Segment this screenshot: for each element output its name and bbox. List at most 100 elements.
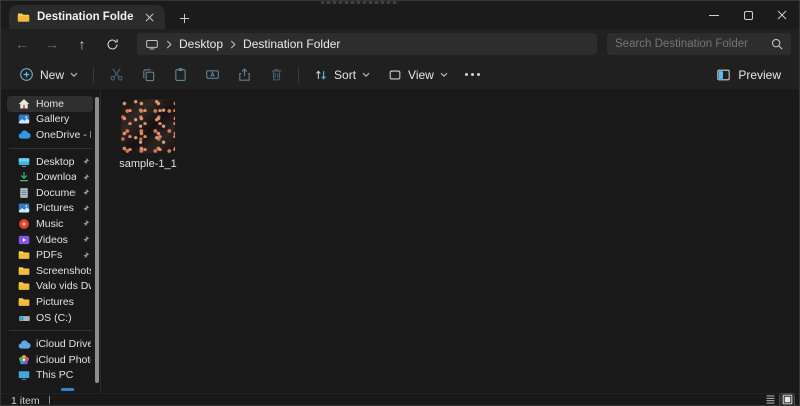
sidebar-item-pdfs[interactable]: PDFs	[7, 247, 93, 263]
command-bar: New Sort View	[1, 59, 799, 91]
forward-button[interactable]: →	[39, 32, 65, 56]
refresh-button[interactable]	[99, 32, 125, 56]
pin-icon	[81, 251, 91, 260]
search-box[interactable]	[607, 33, 791, 55]
monitor-icon	[145, 38, 159, 51]
sidebar-item-label: PDFs	[36, 249, 76, 261]
preview-button[interactable]: Preview	[708, 63, 789, 87]
thumbnail-view-button[interactable]	[780, 394, 794, 406]
folder-icon	[17, 11, 30, 24]
close-window-button[interactable]	[765, 1, 799, 29]
this-pc-icon	[18, 369, 31, 381]
breadcrumb-desktop[interactable]: Desktop	[179, 37, 223, 51]
sidebar-item-gallery[interactable]: Gallery	[7, 112, 93, 128]
minimize-icon	[709, 15, 719, 16]
sidebar-item-label: Videos	[36, 234, 76, 246]
sidebar-item-screenshots[interactable]: Screenshots	[7, 263, 93, 279]
pin-icon	[81, 235, 91, 244]
file-explorer-window: Destination Folder ← → ↑	[0, 0, 800, 406]
cut-button[interactable]	[101, 63, 131, 87]
sidebar-item-desktop[interactable]: Desktop	[7, 154, 93, 170]
sidebar-divider	[9, 148, 92, 149]
back-icon: ←	[15, 36, 29, 52]
item-count: 1 item	[11, 395, 40, 406]
sidebar-item-documents[interactable]: Documents	[7, 185, 93, 201]
back-button[interactable]: ←	[9, 32, 35, 56]
sort-icon	[314, 68, 328, 82]
preview-button-label: Preview	[738, 68, 781, 82]
close-tab-button[interactable]	[141, 9, 157, 25]
icloud-photos-icon	[18, 354, 31, 366]
file-item[interactable]: sample-1_1	[115, 99, 181, 170]
minimize-button[interactable]	[697, 1, 731, 29]
list-view-icon	[765, 394, 776, 405]
folder-icon	[18, 280, 31, 292]
maximize-icon	[744, 11, 753, 20]
folder-icon	[18, 249, 31, 261]
share-button[interactable]	[229, 63, 259, 87]
sidebar-item-os-c[interactable]: OS (C:)	[7, 310, 93, 326]
new-plus-icon	[19, 67, 34, 82]
music-icon	[18, 218, 31, 230]
copy-icon	[141, 67, 156, 82]
sidebar-item-label: iCloud Photos	[36, 354, 91, 366]
paste-icon	[173, 67, 188, 82]
sidebar: Home Gallery OneDrive - Persor Desktop D…	[1, 91, 101, 393]
new-button[interactable]: New	[11, 62, 86, 87]
file-thumbnail	[121, 99, 175, 153]
delete-icon	[269, 67, 284, 82]
chevron-down-icon	[362, 72, 370, 78]
chevron-down-icon	[440, 72, 448, 78]
maximize-button[interactable]	[731, 1, 765, 29]
sidebar-item-home[interactable]: Home	[7, 96, 93, 112]
search-input[interactable]	[615, 38, 771, 50]
sort-button[interactable]: Sort	[306, 63, 378, 87]
delete-button[interactable]	[261, 63, 291, 87]
sidebar-item-pictures-folder[interactable]: Pictures	[7, 294, 93, 310]
tab-destination-folder[interactable]: Destination Folder	[9, 5, 165, 29]
sidebar-item-this-pc[interactable]: This PC	[7, 368, 93, 384]
sidebar-scrollbar[interactable]	[95, 97, 99, 383]
sidebar-item-pictures[interactable]: Pictures	[7, 201, 93, 217]
sidebar-item-label: iCloud Drive	[36, 338, 91, 350]
up-button[interactable]: ↑	[69, 32, 95, 56]
chevron-right-icon	[230, 40, 236, 49]
content-area: Home Gallery OneDrive - Persor Desktop D…	[1, 91, 799, 393]
onedrive-icon	[18, 129, 31, 140]
sidebar-item-downloads[interactable]: Downloads	[7, 169, 93, 185]
new-tab-button[interactable]	[173, 7, 195, 29]
file-list[interactable]: sample-1_1	[101, 91, 799, 393]
sidebar-item-label: Valo vids Dwai	[36, 280, 91, 292]
view-button-label: View	[408, 68, 434, 82]
new-button-label: New	[40, 68, 64, 82]
folder-icon	[18, 296, 31, 308]
file-name: sample-1_1	[119, 158, 176, 170]
sidebar-item-videos[interactable]: Videos	[7, 232, 93, 248]
sidebar-item-icloud-photos[interactable]: iCloud Photos	[7, 352, 93, 368]
paste-button[interactable]	[165, 63, 195, 87]
rename-button[interactable]	[197, 63, 227, 87]
background-window-sliver	[321, 1, 399, 4]
sidebar-item-valo-vids-dwai[interactable]: Valo vids Dwai	[7, 279, 93, 295]
address-bar[interactable]: Desktop Destination Folder	[137, 33, 597, 55]
sidebar-item-onedrive[interactable]: OneDrive - Persor	[7, 127, 93, 143]
sidebar-item-music[interactable]: Music	[7, 216, 93, 232]
view-button[interactable]: View	[380, 63, 456, 87]
copy-button[interactable]	[133, 63, 163, 87]
more-options-button[interactable]	[458, 63, 488, 87]
view-toggles	[763, 394, 794, 406]
breadcrumb-destination-folder[interactable]: Destination Folder	[243, 37, 340, 51]
sidebar-item-label: This PC	[36, 369, 91, 381]
preview-pane-icon	[716, 68, 731, 82]
toolbar-separator	[93, 67, 94, 83]
sidebar-item-label: OneDrive - Persor	[36, 129, 91, 141]
gallery-icon	[18, 113, 31, 125]
pin-icon	[81, 173, 91, 182]
up-icon: ↑	[79, 36, 86, 52]
rename-icon	[205, 67, 220, 82]
clipped-sidebar-item	[61, 388, 74, 391]
list-view-button[interactable]	[763, 394, 777, 406]
sidebar-item-icloud-drive[interactable]: iCloud Drive	[7, 336, 93, 352]
tab-label: Destination Folder	[37, 11, 134, 23]
thumbnail-view-icon	[782, 394, 793, 405]
